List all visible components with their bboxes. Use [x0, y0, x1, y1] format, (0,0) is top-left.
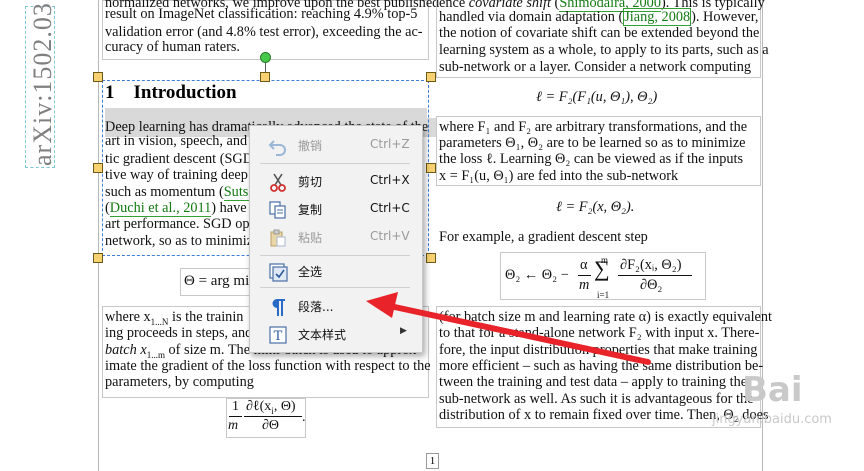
red-pointer-arrow: [366, 292, 651, 365]
document-page: arXiv:1502.03 normalized networks, we im…: [0, 0, 864, 471]
